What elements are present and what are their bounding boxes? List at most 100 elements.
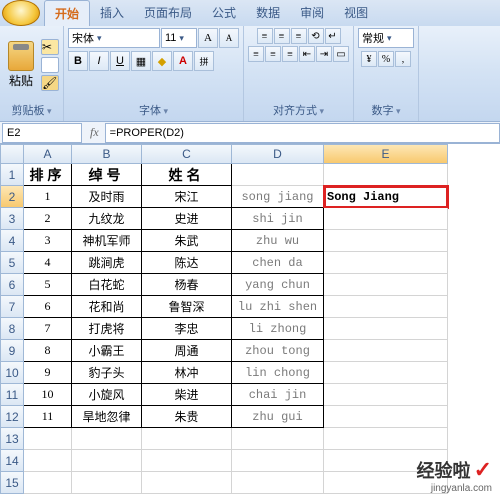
align-top-button[interactable]: ≡ bbox=[257, 28, 273, 44]
cell-D13[interactable] bbox=[232, 428, 324, 450]
cell-C2[interactable]: 宋江 bbox=[142, 186, 232, 208]
font-color-button[interactable]: A bbox=[173, 51, 193, 71]
cell-E8[interactable] bbox=[324, 318, 448, 340]
cell-C3[interactable]: 史进 bbox=[142, 208, 232, 230]
cell-E9[interactable] bbox=[324, 340, 448, 362]
cell-B12[interactable]: 旱地忽律 bbox=[72, 406, 142, 428]
cell-D5[interactable]: chen da bbox=[232, 252, 324, 274]
cell-B8[interactable]: 打虎将 bbox=[72, 318, 142, 340]
cell-E6[interactable] bbox=[324, 274, 448, 296]
cell-E11[interactable] bbox=[324, 384, 448, 406]
underline-button[interactable]: U bbox=[110, 51, 130, 71]
cell-B2[interactable]: 及时雨 bbox=[72, 186, 142, 208]
col-header-D[interactable]: D bbox=[232, 144, 324, 164]
cell-A9[interactable]: 8 bbox=[24, 340, 72, 362]
cell-C12[interactable]: 朱贵 bbox=[142, 406, 232, 428]
cell-E5[interactable] bbox=[324, 252, 448, 274]
cell-C9[interactable]: 周通 bbox=[142, 340, 232, 362]
row-header-14[interactable]: 14 bbox=[0, 450, 24, 472]
cell-C11[interactable]: 柴进 bbox=[142, 384, 232, 406]
cell-B13[interactable] bbox=[72, 428, 142, 450]
cell-B11[interactable]: 小旋风 bbox=[72, 384, 142, 406]
cell-A5[interactable]: 4 bbox=[24, 252, 72, 274]
cell-D7[interactable]: lu zhi shen bbox=[232, 296, 324, 318]
cell-C5[interactable]: 陈达 bbox=[142, 252, 232, 274]
format-painter-icon[interactable]: 🖌 bbox=[41, 75, 59, 91]
col-header-B[interactable]: B bbox=[72, 144, 142, 164]
cell-C6[interactable]: 杨春 bbox=[142, 274, 232, 296]
decrease-font-button[interactable]: A bbox=[219, 28, 239, 48]
cell-C8[interactable]: 李忠 bbox=[142, 318, 232, 340]
cell-A10[interactable]: 9 bbox=[24, 362, 72, 384]
cell-B1[interactable]: 绰号 bbox=[72, 164, 142, 186]
decrease-indent-button[interactable]: ⇤ bbox=[299, 46, 315, 62]
cell-C13[interactable] bbox=[142, 428, 232, 450]
cell-D2[interactable]: song jiang bbox=[232, 186, 324, 208]
row-header-11[interactable]: 11 bbox=[0, 384, 24, 406]
cell-C1[interactable]: 姓名 bbox=[142, 164, 232, 186]
align-bottom-button[interactable]: ≡ bbox=[291, 28, 307, 44]
fx-icon[interactable]: fx bbox=[84, 125, 105, 140]
merge-button[interactable]: ▭ bbox=[333, 46, 349, 62]
align-middle-button[interactable]: ≡ bbox=[274, 28, 290, 44]
increase-indent-button[interactable]: ⇥ bbox=[316, 46, 332, 62]
cell-A3[interactable]: 2 bbox=[24, 208, 72, 230]
cell-E3[interactable] bbox=[324, 208, 448, 230]
cell-D11[interactable]: chai jin bbox=[232, 384, 324, 406]
cut-icon[interactable]: ✂ bbox=[41, 39, 59, 55]
cell-D15[interactable] bbox=[232, 472, 324, 494]
cell-D12[interactable]: zhu gui bbox=[232, 406, 324, 428]
row-header-3[interactable]: 3 bbox=[0, 208, 24, 230]
cell-D3[interactable]: shi jin bbox=[232, 208, 324, 230]
cell-D9[interactable]: zhou tong bbox=[232, 340, 324, 362]
cell-E2[interactable]: Song Jiang bbox=[324, 186, 448, 208]
wrap-text-button[interactable]: ↵ bbox=[325, 28, 341, 44]
cell-C14[interactable] bbox=[142, 450, 232, 472]
cell-A1[interactable]: 排序 bbox=[24, 164, 72, 186]
cell-A2[interactable]: 1 bbox=[24, 186, 72, 208]
cell-E10[interactable] bbox=[324, 362, 448, 384]
tab-2[interactable]: 页面布局 bbox=[134, 0, 202, 26]
col-header-E[interactable]: E bbox=[324, 144, 448, 164]
cell-E12[interactable] bbox=[324, 406, 448, 428]
row-header-5[interactable]: 5 bbox=[0, 252, 24, 274]
cell-B3[interactable]: 九纹龙 bbox=[72, 208, 142, 230]
cell-D8[interactable]: li zhong bbox=[232, 318, 324, 340]
cell-A13[interactable] bbox=[24, 428, 72, 450]
cell-E1[interactable] bbox=[324, 164, 448, 186]
row-header-2[interactable]: 2 bbox=[0, 186, 24, 208]
tab-1[interactable]: 插入 bbox=[90, 0, 134, 26]
tab-5[interactable]: 审阅 bbox=[290, 0, 334, 26]
tab-3[interactable]: 公式 bbox=[202, 0, 246, 26]
cell-B5[interactable]: 跳涧虎 bbox=[72, 252, 142, 274]
select-all-corner[interactable] bbox=[0, 144, 24, 164]
row-header-8[interactable]: 8 bbox=[0, 318, 24, 340]
currency-button[interactable]: ¥ bbox=[361, 51, 377, 67]
cell-grid[interactable]: 排序绰号姓名 1及时雨宋江song jiangSong Jiang 2九纹龙史进sh… bbox=[24, 164, 448, 500]
cell-B7[interactable]: 花和尚 bbox=[72, 296, 142, 318]
col-header-A[interactable]: A bbox=[24, 144, 72, 164]
cell-B9[interactable]: 小霸王 bbox=[72, 340, 142, 362]
cell-A14[interactable] bbox=[24, 450, 72, 472]
row-header-13[interactable]: 13 bbox=[0, 428, 24, 450]
row-header-1[interactable]: 1 bbox=[0, 164, 24, 186]
fill-color-button[interactable]: ◆ bbox=[152, 51, 172, 71]
tab-0[interactable]: 开始 bbox=[44, 0, 90, 26]
font-name-select[interactable]: 宋体 bbox=[68, 28, 160, 48]
name-box[interactable]: E2 bbox=[2, 123, 82, 143]
row-header-6[interactable]: 6 bbox=[0, 274, 24, 296]
formula-bar[interactable]: =PROPER(D2) bbox=[105, 123, 500, 143]
orientation-button[interactable]: ⟲ bbox=[308, 28, 324, 44]
row-header-9[interactable]: 9 bbox=[0, 340, 24, 362]
col-header-C[interactable]: C bbox=[142, 144, 232, 164]
cell-D10[interactable]: lin chong bbox=[232, 362, 324, 384]
paste-button[interactable]: 粘贴 bbox=[4, 39, 38, 91]
row-header-7[interactable]: 7 bbox=[0, 296, 24, 318]
align-center-button[interactable]: ≡ bbox=[265, 46, 281, 62]
cell-B6[interactable]: 白花蛇 bbox=[72, 274, 142, 296]
number-format-select[interactable]: 常规 bbox=[358, 28, 414, 48]
row-header-10[interactable]: 10 bbox=[0, 362, 24, 384]
cell-D6[interactable]: yang chun bbox=[232, 274, 324, 296]
cell-A8[interactable]: 7 bbox=[24, 318, 72, 340]
row-header-15[interactable]: 15 bbox=[0, 472, 24, 494]
